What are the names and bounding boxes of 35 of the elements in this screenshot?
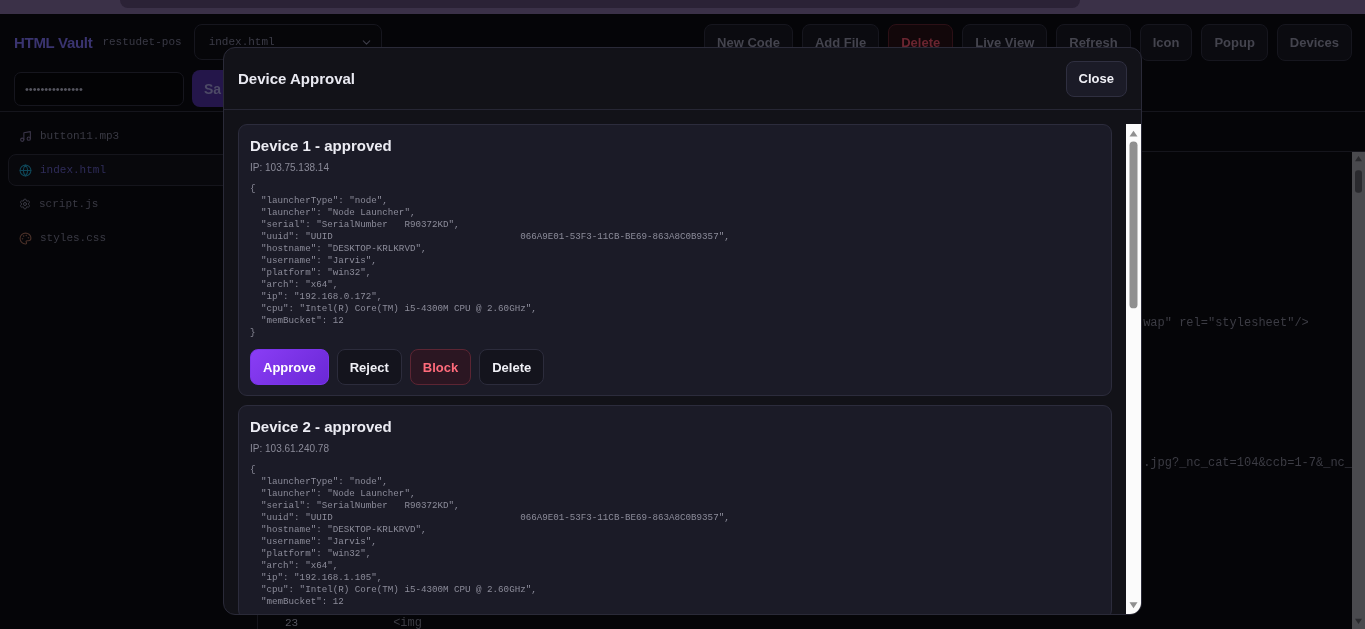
- close-button[interactable]: Close: [1065, 60, 1127, 97]
- device-action-button[interactable]: Block: [409, 349, 472, 385]
- device-action-button[interactable]: Reject: [336, 349, 402, 385]
- file-name: script.js: [39, 198, 99, 210]
- code-text: wap" rel="stylesheet"/>: [1143, 316, 1309, 330]
- device-title: Device 1 - approved: [250, 137, 393, 154]
- device-ip: IP: 103.61.240.78: [250, 443, 330, 454]
- file-name: button11.mp3: [40, 130, 120, 142]
- device-title: Device 2 - approved: [250, 418, 393, 435]
- app-title: HTML Vault: [14, 33, 93, 51]
- device-action-button[interactable]: Delete: [479, 349, 545, 385]
- code-text: .jpg?_nc_cat=104&ccb=1-7&_nc_: [1143, 456, 1352, 470]
- toolbar-button[interactable]: Icon: [1139, 23, 1193, 61]
- password-field[interactable]: •••••••••••••••: [14, 71, 184, 106]
- device-ip: IP: 103.75.138.14: [250, 162, 330, 173]
- scrollbar[interactable]: [1352, 152, 1365, 629]
- toolbar-button[interactable]: Devices: [1276, 23, 1352, 61]
- music-note-icon: [19, 129, 32, 143]
- file-item[interactable]: script.js: [8, 188, 250, 220]
- dialog-title: Device Approval: [238, 70, 355, 87]
- scrollbar[interactable]: [1126, 124, 1141, 614]
- palette-icon: [19, 231, 32, 245]
- settings-icon: [19, 198, 31, 210]
- device-details: { "launcherType": "node", "launcher": "Node Launcher", "serial": "SerialNumber R90372KD", "uuid": "UUID 066A9E01-53F3-11CB-BE69-863A8C0B9357", "hostname": "DESKTOP-KRLKRVD", "username": "Jarvis", "platform": "win32", "arch": "x64", "ip": "192.168.0.172", "cpu": "Intel(R) Core(TM) i5-4300M CPU @ 2.60GHz", "memBucket": 12 }: [250, 183, 731, 339]
- globe-icon: [19, 163, 32, 177]
- file-name: index.html: [40, 164, 106, 176]
- code-text: <img: [393, 616, 422, 629]
- toolbar-button[interactable]: Popup: [1201, 23, 1268, 61]
- line-number: 23: [283, 616, 299, 629]
- device-details: { "launcherType": "node", "launcher": "Node Launcher", "serial": "SerialNumber R90372KD", "uuid": "UUID 066A9E01-53F3-11CB-BE69-863A8C0B9357", "hostname": "DESKTOP-KRLKRVD", "username": "Jarvis", "platform": "win32", "arch": "x64", "ip": "192.168.1.105", "cpu": "Intel(R) Core(TM) i5-4300M CPU @ 2.60GHz", "memBucket": 12: [250, 464, 731, 608]
- file-item[interactable]: button11.mp3: [8, 120, 250, 152]
- device-action-button[interactable]: Approve: [250, 349, 329, 385]
- file-item[interactable]: styles.css: [8, 222, 250, 254]
- file-name: styles.css: [40, 232, 106, 244]
- project-name: restudet-pos: [102, 36, 182, 48]
